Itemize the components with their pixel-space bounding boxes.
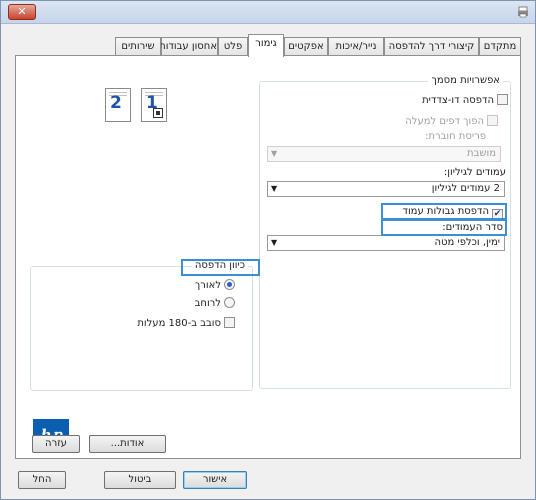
finishing-panel: אפשרויות מסמך הדפסה דו-צדדית הפוך דפים ל… [15, 55, 521, 459]
rotate-180-label: סובב ב-180 מעלות [137, 318, 221, 329]
preview-page-one: 1 [141, 88, 167, 122]
portrait-radio[interactable] [224, 279, 235, 290]
pages-per-sheet-select[interactable]: 2 עמודים לגיליון ▼ [267, 181, 505, 197]
pages-per-sheet-value: 2 עמודים לגיליון [431, 183, 500, 194]
apply-button[interactable]: החל [18, 471, 66, 489]
booklet-layout-label: פריסת חוברת: [425, 131, 486, 142]
ok-button[interactable]: אישור [183, 471, 247, 489]
tab-effects[interactable]: אפקטים [284, 37, 328, 56]
page-order-highlight [381, 219, 507, 236]
tab-advanced[interactable]: מתקדם [479, 37, 521, 56]
rotate-180-option[interactable]: סובב ב-180 מעלות [137, 317, 235, 330]
title-bar: ✕ [1, 1, 535, 24]
help-button[interactable]: עזרה [32, 435, 80, 453]
tab-paper-quality[interactable]: נייר/איכות [328, 37, 384, 56]
duplex-checkbox[interactable] [497, 94, 508, 105]
printer-properties-window: ✕ מתקדם קיצורי דרך להדפסה נייר/איכות אפק… [0, 0, 536, 500]
landscape-radio[interactable] [224, 297, 235, 308]
tab-output[interactable]: פלט [218, 37, 248, 56]
tab-finishing[interactable]: גימור [248, 34, 284, 57]
tab-printing-shortcuts[interactable]: קיצורי דרך להדפסה [384, 37, 479, 56]
chevron-down-icon: ▼ [271, 238, 278, 247]
binding-icon [153, 108, 163, 118]
orientation-highlight [181, 259, 260, 276]
portrait-option[interactable]: לאורך [195, 279, 235, 292]
rotate-180-checkbox[interactable] [224, 317, 235, 328]
booklet-layout-select: מושבת ▼ [267, 146, 501, 162]
landscape-label: לרוחב [194, 298, 221, 309]
portrait-label: לאורך [194, 280, 221, 291]
flip-pages-label: הפוך דפים למעלה [405, 116, 484, 127]
landscape-option[interactable]: לרוחב [195, 297, 235, 310]
tab-job-storage[interactable]: אחסון עבודות [159, 37, 218, 56]
printer-icon [518, 6, 528, 18]
pages-per-sheet-label: עמודים לגיליון: [443, 167, 506, 178]
duplex-label: הדפסה דו-צדדית [422, 95, 494, 106]
page-order-select[interactable]: ימין, וכלפי מטה ▼ [267, 235, 505, 251]
about-button[interactable]: אודות... [89, 435, 166, 453]
flip-pages-option: הפוך דפים למעלה [405, 115, 498, 128]
chevron-down-icon: ▼ [271, 184, 278, 193]
flip-pages-checkbox [487, 115, 498, 126]
cancel-button[interactable]: ביטול [104, 471, 176, 489]
booklet-layout-value: מושבת [467, 148, 496, 159]
document-options-label: אפשרויות מסמך [428, 75, 503, 87]
preview-page-two: 2 [105, 88, 131, 122]
close-button[interactable]: ✕ [8, 4, 36, 20]
tab-strip: מתקדם קיצורי דרך להדפסה נייר/איכות אפקטי… [15, 34, 521, 57]
preview-page-two-number: 2 [110, 93, 122, 113]
print-borders-highlight [381, 203, 507, 220]
chevron-down-icon: ▼ [271, 149, 278, 158]
tab-services[interactable]: שירותים [115, 37, 161, 56]
duplex-option[interactable]: הדפסה דו-צדדית [422, 94, 508, 107]
page-order-value: ימין, וכלפי מטה [434, 237, 500, 248]
